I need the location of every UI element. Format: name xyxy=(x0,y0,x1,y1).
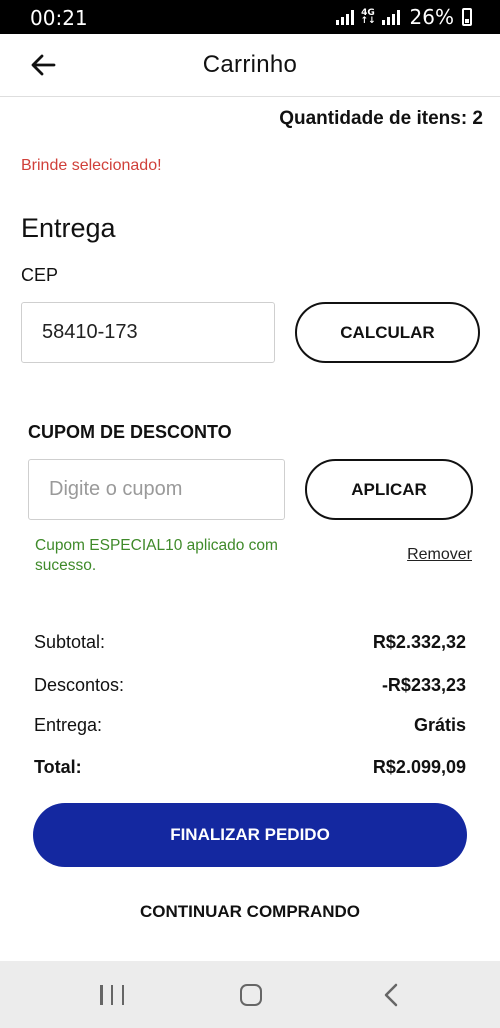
subtotal-label: Subtotal: xyxy=(34,632,106,652)
recent-apps-icon[interactable] xyxy=(100,985,124,1005)
cep-input[interactable]: 58410-173 xyxy=(21,302,275,363)
coupon-label: CUPOM DE DESCONTO xyxy=(28,422,232,442)
subtotal-row: Subtotal: R$2.332,32 xyxy=(34,632,466,653)
calculate-button[interactable]: CALCULAR xyxy=(295,302,480,363)
delivery-label: Entrega: xyxy=(34,715,103,735)
delivery-row: Entrega: Grátis xyxy=(34,715,466,736)
total-value: R$2.099,09 xyxy=(372,757,466,777)
app-header: Carrinho xyxy=(0,34,500,97)
status-bar: 00:21 4G ↑↓ 26% xyxy=(0,0,500,34)
back-nav-icon[interactable] xyxy=(380,983,404,1007)
finalize-order-button[interactable]: FINALIZAR PEDIDO xyxy=(33,803,467,867)
status-time: 00:21 xyxy=(30,6,88,30)
signal-icon xyxy=(336,9,355,25)
discount-row: Descontos: -R$233,23 xyxy=(34,675,466,696)
total-row: Total: R$2.099,09 xyxy=(34,757,466,778)
apply-coupon-button[interactable]: APLICAR xyxy=(305,459,473,520)
coupon-success-message: Cupom ESPECIAL10 aplicado com sucesso. xyxy=(35,537,278,574)
delivery-value: Grátis xyxy=(413,715,466,735)
signal-icon-2 xyxy=(381,9,400,25)
coupon-input[interactable]: Digite o cupom xyxy=(28,459,285,520)
delivery-heading: Entrega xyxy=(21,213,116,243)
item-quantity: Quantidade de itens: 2 xyxy=(279,108,483,129)
discount-value: -R$233,23 xyxy=(381,675,466,695)
remove-coupon-link[interactable]: Remover xyxy=(407,546,472,564)
battery-percent: 26% xyxy=(409,5,454,29)
continue-shopping-button[interactable]: CONTINUAR COMPRANDO xyxy=(0,902,500,922)
battery-icon xyxy=(462,8,472,26)
network-type: 4G ↑↓ xyxy=(360,8,376,26)
home-icon[interactable] xyxy=(240,984,262,1006)
total-label: Total: xyxy=(34,757,82,777)
subtotal-value: R$2.332,32 xyxy=(372,632,466,652)
page-title: Carrinho xyxy=(202,51,298,78)
cep-label: CEP xyxy=(21,265,59,285)
discount-label: Descontos: xyxy=(34,675,125,695)
gift-message: Brinde selecionado! xyxy=(21,157,162,174)
system-nav-bar xyxy=(0,961,500,1028)
status-indicators: 4G ↑↓ 26% xyxy=(336,5,472,29)
